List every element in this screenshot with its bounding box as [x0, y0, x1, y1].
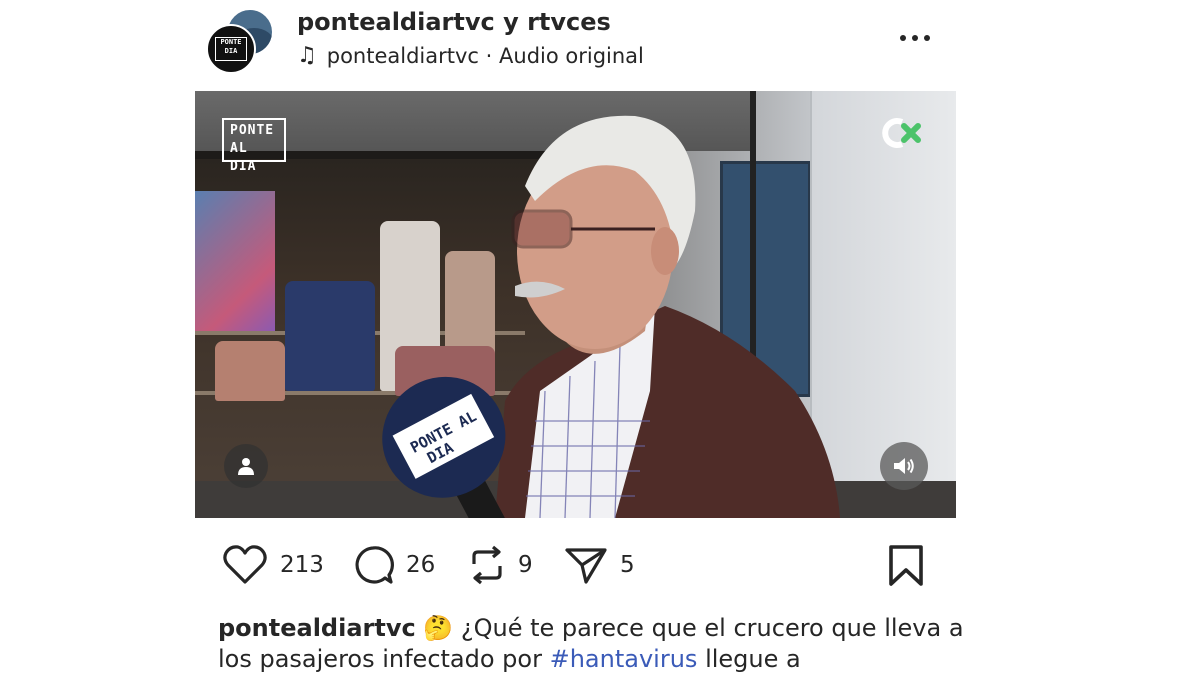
watermark-line2: DIA [230, 159, 257, 174]
audio-owner: pontealdiartvc [326, 43, 479, 68]
share-count: 5 [620, 552, 635, 578]
comment-button[interactable]: 26 [352, 542, 435, 588]
music-note-icon: ♫ [297, 43, 317, 68]
caption-text-2: llegue a [705, 645, 801, 673]
heart-icon [223, 545, 267, 584]
repost-icon [472, 545, 502, 585]
watermark-line1: PONTE AL [230, 123, 275, 156]
dot-icon [924, 35, 930, 41]
speaker-icon [894, 458, 914, 474]
repost-button[interactable]: 9 [468, 542, 533, 588]
hashtag-link[interactable]: #hantavirus [550, 645, 698, 673]
video-interviewee: PONTE AL DIA [382, 115, 840, 518]
audio-link[interactable]: ♫ pontealdiartvc · Audio original [297, 43, 644, 68]
dot-icon [900, 35, 906, 41]
tagged-users-button[interactable] [224, 444, 268, 488]
ponte-al-dia-watermark: PONTE AL DIA [222, 118, 286, 174]
bookmark-icon[interactable] [884, 544, 928, 588]
paper-plane-icon [565, 548, 607, 584]
person-icon [238, 458, 254, 475]
ponte-al-dia-mini-logo-icon: PONTE DIA [215, 37, 247, 61]
share-button[interactable]: 5 [564, 542, 635, 588]
like-count: 213 [280, 552, 324, 578]
thinking-emoji: 🤔 [423, 614, 454, 642]
repost-count: 9 [518, 552, 533, 578]
post-authors[interactable]: pontealdiartvc y rtvces [297, 8, 611, 36]
pontealdiartvc-avatar: PONTE DIA [206, 24, 256, 74]
like-button[interactable]: 213 [222, 542, 324, 588]
comment-count: 26 [406, 552, 436, 578]
caption-username[interactable]: pontealdiartvc [218, 614, 416, 642]
sound-toggle-button[interactable] [880, 442, 928, 490]
comment-bubble-icon [355, 546, 394, 584]
more-options-button[interactable] [893, 24, 937, 52]
collab-avatars[interactable]: PONTE DIA [206, 8, 274, 74]
audio-separator: · [485, 43, 493, 68]
channel-logo-icon [882, 118, 921, 148]
audio-label: Audio original [499, 43, 644, 68]
post-caption: pontealdiartvc 🤔 ¿Qué te parece que el c… [218, 613, 978, 675]
video-player[interactable]: PONTE AL DIA [195, 91, 956, 518]
dot-icon [912, 35, 918, 41]
